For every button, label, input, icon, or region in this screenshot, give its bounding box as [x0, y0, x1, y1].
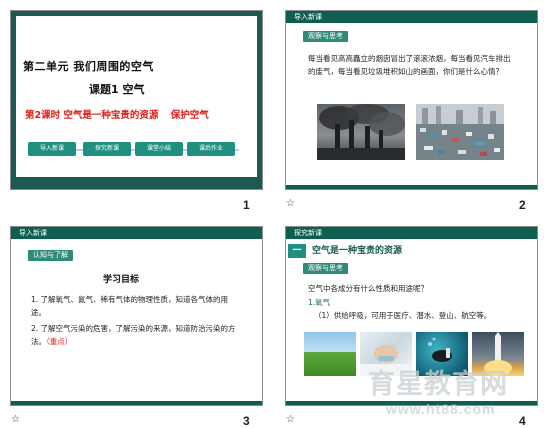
subtitle-row: 第2课时 空气是一种宝贵的资源 保护空气 — [25, 107, 209, 121]
slide-3-header-bar: 导入新课 — [11, 227, 262, 239]
slide-4[interactable]: 探究新课 一 空气是一种宝贵的资源 观察与思考 空气中各成分有什么性质和用途呢？… — [285, 226, 538, 406]
slide-2-header-bar: 导入新课 — [286, 11, 537, 23]
slide-number-2: 2 — [519, 198, 526, 212]
step-button-summary[interactable]: 课堂小结 — [135, 142, 183, 156]
slide-4-header-bar: 探究新课 — [286, 227, 537, 239]
diver-photo — [416, 332, 468, 376]
bottom-band — [286, 401, 537, 405]
observe-think-tag: 观察与思考 — [303, 31, 348, 42]
medical-patient-photo — [360, 332, 412, 376]
goal-2-key-mark: （重点） — [46, 337, 73, 346]
factory-smoke-photo — [317, 104, 405, 160]
bottom-band — [11, 177, 262, 189]
slide-2[interactable]: 导入新课 观察与思考 每当看见高高矗立的烟囱冒出了滚滚浓烟，每当看见汽车排出的废… — [285, 10, 538, 190]
goal-2-row: 2. 了解空气污染的危害，了解污染的来源，知道防治污染的方法。（重点） — [31, 322, 236, 348]
observe-think-tag: 观察与思考 — [303, 263, 348, 274]
question: 空气中各成分有什么性质和用途呢？ — [308, 284, 428, 293]
subtitle-part1: 第2课时 空气是一种宝贵的资源 — [25, 110, 159, 121]
step-button-homework[interactable]: 课后作业 — [187, 142, 235, 156]
step-button-intro[interactable]: 导入新课 — [28, 142, 76, 156]
unit-title: 第二单元 我们周围的空气 — [23, 60, 154, 73]
corner-mark-3: ☆ — [11, 414, 20, 425]
slide-1-inner-frame — [11, 11, 262, 189]
goals-title: 学习目标 — [103, 275, 140, 285]
know-understand-tag: 认知与了解 — [28, 250, 73, 261]
slide-1[interactable]: 第二单元 我们周围的空气 课题1 空气 第2课时 空气是一种宝贵的资源 保护空气… — [10, 10, 263, 190]
oxygen-use: （1）供给呼吸，可用于医疗、潜水、登山、航空等。 — [314, 311, 492, 320]
lesson-title: 课题1 空气 — [89, 83, 145, 96]
garbage-pile-photo — [416, 104, 504, 160]
rocket-launch-photo — [472, 332, 524, 376]
subtitle-part2: 保护空气 — [170, 110, 209, 121]
corner-mark-2: ☆ — [286, 198, 295, 209]
grassland-photo — [304, 332, 356, 376]
section-header: 导入新课 — [294, 13, 322, 21]
section-header: 导入新课 — [19, 229, 47, 237]
slide-number-1: 1 — [243, 198, 250, 212]
section-title-row: 一 空气是一种宝贵的资源 — [288, 244, 448, 258]
bottom-band — [286, 185, 537, 189]
slide-number-3: 3 — [243, 414, 250, 428]
section-title: 空气是一种宝贵的资源 — [312, 246, 403, 256]
corner-mark-4: ☆ — [286, 414, 295, 425]
section-header: 探究新课 — [294, 229, 322, 237]
goal-1: 1. 了解氧气、氮气、稀有气体的物理性质，知道各气体的用途。 — [31, 295, 229, 317]
slide-3[interactable]: 导入新课 认知与了解 学习目标 1. 了解氧气、氮气、稀有气体的物理性质，知道各… — [10, 226, 263, 406]
slide-number-4: 4 — [519, 414, 526, 428]
section-number-badge: 一 — [288, 244, 306, 258]
step-button-explore[interactable]: 探究新课 — [83, 142, 131, 156]
bottom-band — [11, 401, 262, 405]
intro-paragraph: 每当看见高高矗立的烟囱冒出了滚滚浓烟，每当看见汽车排出的废气，每当看见垃圾堆积如… — [308, 54, 511, 76]
oxygen-item: 1.氧气 — [308, 298, 331, 307]
